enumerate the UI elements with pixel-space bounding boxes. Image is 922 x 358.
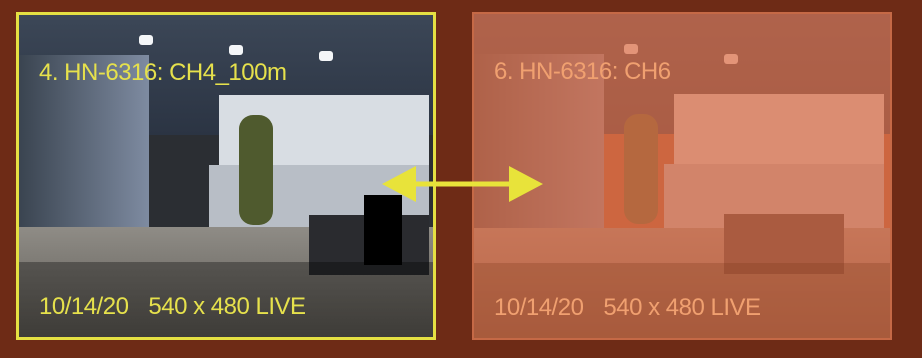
double-arrow-icon <box>382 166 543 202</box>
camera-status-text: 10/14/20 540 x 480 LIVE <box>39 293 306 321</box>
camera-name-label: 4. HN-6316: CH4_100m <box>39 59 287 86</box>
camera-status-text: 10/14/20 540 x 480 LIVE <box>494 294 761 322</box>
camera-grid: 4. HN-6316: CH4_100m 10/14/20 540 x 480 L… <box>0 0 922 358</box>
resolution-live-text: 540 x 480 LIVE <box>148 293 306 320</box>
camera-name-label: 6. HN-6316: CH6 <box>494 58 671 85</box>
camera-tile-ch4[interactable]: 4. HN-6316: CH4_100m 10/14/20 540 x 480 L… <box>16 12 436 340</box>
timestamp-text: 10/14/20 <box>39 293 129 320</box>
resolution-live-text: 540 x 480 LIVE <box>603 294 761 321</box>
timestamp-text: 10/14/20 <box>494 294 584 321</box>
